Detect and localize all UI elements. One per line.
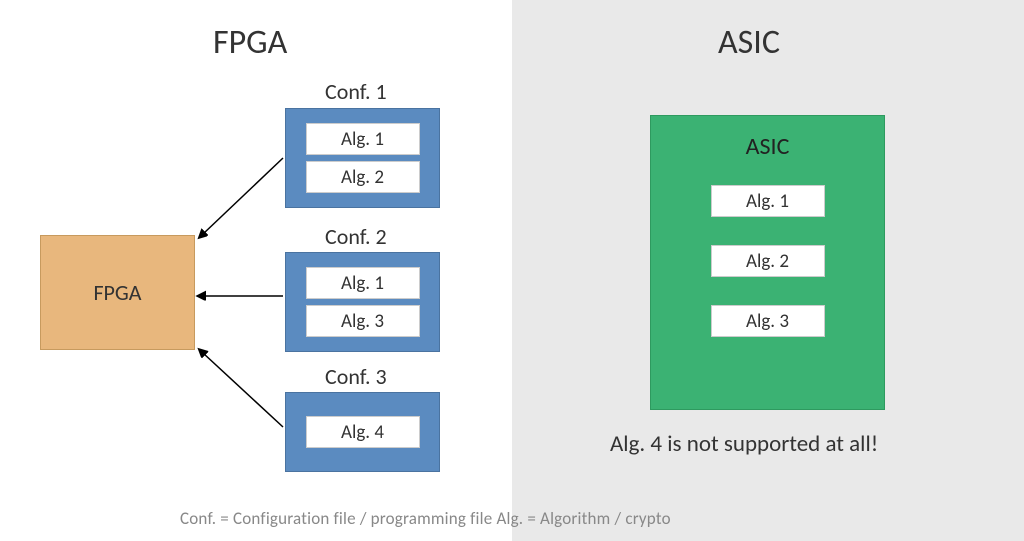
conf3-box: Alg. 4	[285, 392, 440, 472]
asic-alg2: Alg. 2	[711, 245, 825, 277]
arrow-conf1	[195, 150, 285, 240]
asic-alg1: Alg. 1	[711, 185, 825, 217]
asic-box: ASIC Alg. 1 Alg. 2 Alg. 3	[650, 115, 885, 410]
conf1-alg1: Alg. 1	[306, 123, 420, 155]
conf2-alg2: Alg. 3	[306, 305, 420, 337]
conf3-alg1: Alg. 4	[306, 416, 420, 448]
conf3-label: Conf. 3	[325, 363, 387, 390]
asic-alg3: Alg. 3	[711, 305, 825, 337]
conf2-alg1: Alg. 1	[306, 267, 420, 299]
legend: Conf. = Configuration file / programming…	[180, 508, 671, 529]
arrow-conf2	[195, 286, 285, 306]
arrow-conf3	[195, 345, 285, 435]
fpga-box: FPGA	[40, 235, 195, 350]
fpga-title: FPGA	[213, 22, 287, 63]
asic-box-label: ASIC	[746, 132, 790, 161]
conf2-box: Alg. 1 Alg. 3	[285, 252, 440, 352]
conf1-label: Conf. 1	[325, 78, 387, 105]
asic-note: Alg. 4 is not supported at all!	[610, 430, 878, 458]
conf2-label: Conf. 2	[325, 223, 387, 250]
asic-title: ASIC	[718, 22, 780, 63]
fpga-box-label: FPGA	[93, 279, 141, 306]
conf1-alg2: Alg. 2	[306, 161, 420, 193]
conf1-box: Alg. 1 Alg. 2	[285, 108, 440, 208]
